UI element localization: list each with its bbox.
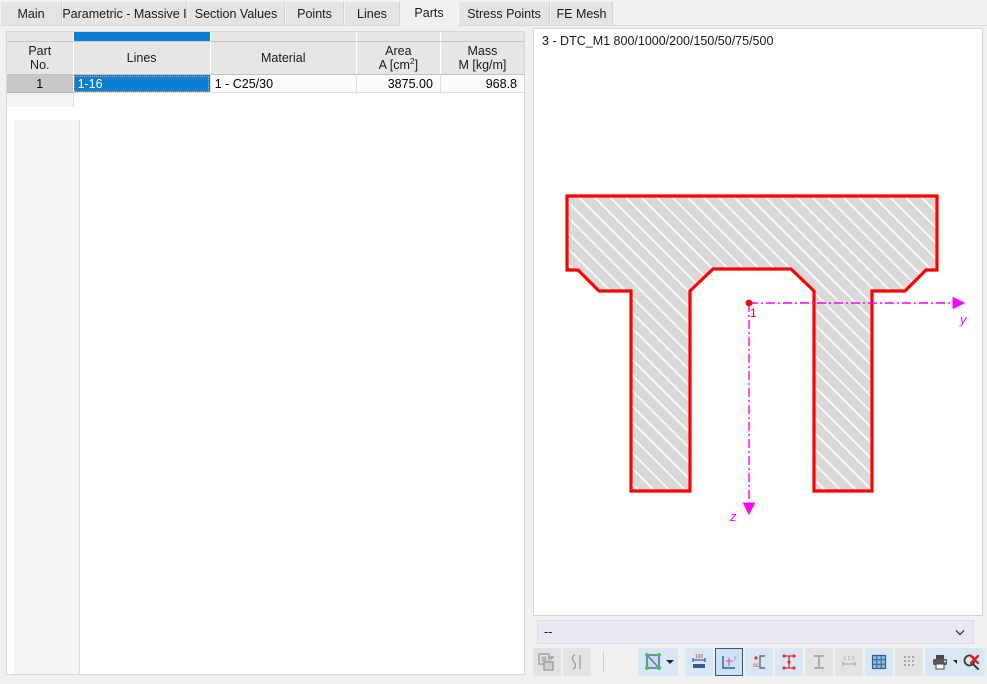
svg-text:100: 100 bbox=[695, 654, 704, 660]
svg-text:1 2 3: 1 2 3 bbox=[843, 656, 854, 662]
tab-bar: Main Parametric - Massive I Section Valu… bbox=[0, 0, 987, 26]
header-line-2: M [kg/m] bbox=[458, 58, 507, 72]
fe-mesh-icon[interactable] bbox=[865, 648, 893, 676]
header-line-1: Part bbox=[28, 43, 52, 58]
local-axes-icon[interactable]: y bbox=[715, 648, 743, 676]
column-selector-material[interactable] bbox=[210, 32, 357, 42]
section-outline-icon[interactable] bbox=[563, 648, 591, 676]
svg-text:sc: sc bbox=[753, 663, 759, 669]
y-axis-label: y bbox=[959, 312, 968, 327]
column-header-lines[interactable]: Lines bbox=[73, 41, 211, 75]
header-unit-tail: ] bbox=[414, 58, 419, 72]
dimensions-icon[interactable]: 100 bbox=[685, 648, 713, 676]
parts-table-container[interactable]: Part No. Lines Material Area A [cm2] Mas… bbox=[6, 31, 525, 675]
section-drawing: 1 y z bbox=[565, 194, 968, 524]
origin-label: 1 bbox=[750, 306, 757, 320]
tab-label: FE Mesh bbox=[556, 7, 607, 21]
section-viewer[interactable]: 3 - DTC_M1 800/1000/200/150/50/75/500 1 … bbox=[533, 28, 983, 616]
viewer-toolbar: 100 y sc 1 2 3 bbox=[533, 648, 985, 682]
application-window: Main Parametric - Massive I Section Valu… bbox=[0, 0, 987, 684]
column-selector-mass[interactable] bbox=[440, 32, 524, 42]
cell-empty[interactable] bbox=[73, 92, 211, 107]
svg-text:y: y bbox=[734, 655, 737, 661]
tab-label: Main bbox=[17, 7, 45, 21]
z-axis-label: z bbox=[729, 509, 737, 524]
column-header-mass[interactable]: Mass M [kg/m] bbox=[440, 41, 524, 75]
header-line-2: No. bbox=[30, 58, 50, 72]
chevron-down-icon[interactable] bbox=[665, 660, 674, 664]
shear-center-icon[interactable]: sc bbox=[745, 648, 773, 676]
toolbar-separator bbox=[603, 651, 604, 673]
tab-main[interactable]: Main bbox=[0, 2, 62, 26]
export-section-icon[interactable] bbox=[533, 648, 561, 676]
point-numbering-icon[interactable]: 1 2 3 bbox=[835, 648, 863, 676]
tab-points[interactable]: Points bbox=[285, 2, 344, 26]
cell-area[interactable]: 3875.00 bbox=[356, 74, 441, 93]
cell-empty[interactable] bbox=[7, 92, 74, 107]
tab-label: Stress Points bbox=[467, 7, 541, 21]
header-line-1: Area bbox=[385, 43, 412, 58]
parts-table[interactable]: Part No. Lines Material Area A [cm2] Mas… bbox=[7, 32, 524, 107]
tab-label: Parts bbox=[414, 6, 444, 20]
cell-empty[interactable] bbox=[440, 92, 524, 107]
header-unit-base: A [cm bbox=[378, 58, 410, 72]
table-row-gutter bbox=[14, 120, 80, 674]
header-line-2: A [cm2] bbox=[360, 57, 437, 72]
column-selector-partno[interactable] bbox=[7, 32, 74, 42]
header-line-2: Material bbox=[261, 50, 306, 65]
tab-parametric-massive-i[interactable]: Parametric - Massive I bbox=[62, 2, 187, 26]
display-mode-icon[interactable] bbox=[638, 648, 678, 676]
zoom-reset-icon[interactable] bbox=[957, 648, 985, 676]
parts-table-panel: Part No. Lines Material Area A [cm2] Mas… bbox=[0, 26, 529, 680]
tab-label: Parametric - Massive I bbox=[62, 7, 187, 21]
tab-stress-points[interactable]: Stress Points bbox=[458, 2, 550, 26]
tab-lines[interactable]: Lines bbox=[344, 2, 400, 26]
column-selector-lines[interactable] bbox=[73, 32, 211, 42]
tab-label: Section Values bbox=[194, 7, 278, 21]
column-header-area[interactable]: Area A [cm2] bbox=[356, 41, 441, 75]
cell-material[interactable]: 1 - C25/30 bbox=[210, 74, 357, 93]
tab-label: Lines bbox=[357, 7, 387, 21]
section-viewer-panel: 3 - DTC_M1 800/1000/200/150/50/75/500 1 … bbox=[529, 26, 987, 684]
column-header-part-no[interactable]: Part No. bbox=[7, 41, 74, 75]
chevron-down-icon[interactable] bbox=[953, 625, 967, 639]
cell-mass[interactable]: 968.8 bbox=[440, 74, 524, 93]
cell-empty[interactable] bbox=[210, 92, 357, 107]
table-row[interactable]: 1 1-16 1 - C25/30 3875.00 968.8 bbox=[7, 74, 524, 93]
cell-lines[interactable]: 1-16 bbox=[73, 74, 211, 93]
stress-points-icon[interactable] bbox=[775, 648, 803, 676]
table-empty-row[interactable] bbox=[7, 92, 524, 107]
cell-part-no[interactable]: 1 bbox=[7, 74, 74, 93]
section-view-select-value: -- bbox=[544, 625, 553, 639]
tab-section-values[interactable]: Section Values bbox=[187, 2, 285, 26]
tab-label: Points bbox=[297, 7, 332, 21]
tab-fe-mesh[interactable]: FE Mesh bbox=[550, 2, 613, 26]
section-outline-path bbox=[565, 194, 939, 493]
section-view-select[interactable]: -- bbox=[537, 620, 974, 644]
column-selector-row[interactable] bbox=[7, 32, 524, 42]
column-selector-area[interactable] bbox=[356, 32, 441, 42]
tab-parts[interactable]: Parts bbox=[400, 0, 458, 26]
header-line-1: Mass bbox=[467, 43, 498, 58]
cell-empty[interactable] bbox=[356, 92, 441, 107]
section-parts-icon[interactable] bbox=[805, 648, 833, 676]
table-header-row: Part No. Lines Material Area A [cm2] Mas… bbox=[7, 41, 524, 75]
column-header-material[interactable]: Material bbox=[210, 41, 357, 75]
mesh-nodes-icon[interactable] bbox=[895, 648, 923, 676]
header-line-2: Lines bbox=[126, 50, 157, 65]
